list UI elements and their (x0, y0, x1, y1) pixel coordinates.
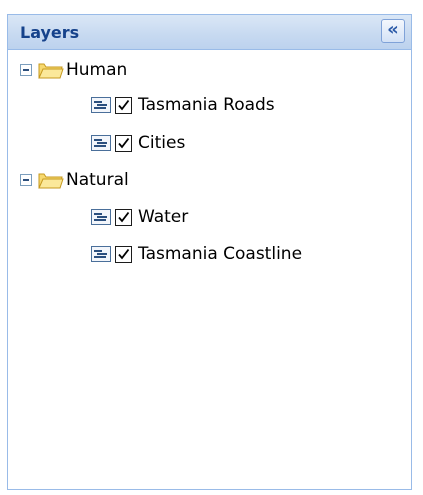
checkbox-checked-icon (118, 137, 130, 148)
layer-label: Tasmania Roads (138, 95, 275, 115)
panel-header: Layers « (8, 15, 411, 50)
legend-icon[interactable] (91, 97, 111, 113)
layer-label: Tasmania Coastline (138, 244, 303, 264)
panel-title: Layers (20, 23, 80, 42)
minus-box-icon[interactable] (20, 174, 32, 186)
legend-icon[interactable] (91, 209, 111, 225)
checkbox-checked-icon (118, 99, 130, 110)
tree-group-human[interactable]: Human (20, 57, 127, 83)
checkbox-checked-icon (118, 248, 130, 259)
folder-open-icon (38, 63, 64, 79)
legend-icon[interactable] (91, 135, 111, 151)
layer-label: Cities (138, 133, 186, 153)
layer-visibility-checkbox[interactable] (115, 96, 132, 114)
layer-label: Water (138, 207, 189, 227)
layers-panel: Layers « Human Tasmania Roads Cities Nat… (7, 14, 412, 490)
checkbox-checked-icon (118, 211, 130, 222)
tree-layer-tasmania-roads[interactable]: Tasmania Roads (91, 92, 275, 118)
layer-visibility-checkbox[interactable] (115, 208, 132, 226)
folder-open-icon (38, 173, 64, 189)
layer-visibility-checkbox[interactable] (115, 134, 132, 152)
double-chevron-left-icon: « (387, 19, 399, 40)
collapse-panel-button[interactable]: « (381, 19, 405, 43)
legend-icon[interactable] (91, 246, 111, 262)
group-label: Natural (66, 170, 129, 190)
tree-group-natural[interactable]: Natural (20, 167, 129, 193)
tree-layer-tasmania-coastline[interactable]: Tasmania Coastline (91, 241, 302, 267)
minus-box-icon[interactable] (20, 64, 32, 76)
tree-layer-water[interactable]: Water (91, 204, 188, 230)
tree-layer-cities[interactable]: Cities (91, 130, 185, 156)
layer-visibility-checkbox[interactable] (115, 245, 132, 263)
group-label: Human (66, 60, 128, 80)
